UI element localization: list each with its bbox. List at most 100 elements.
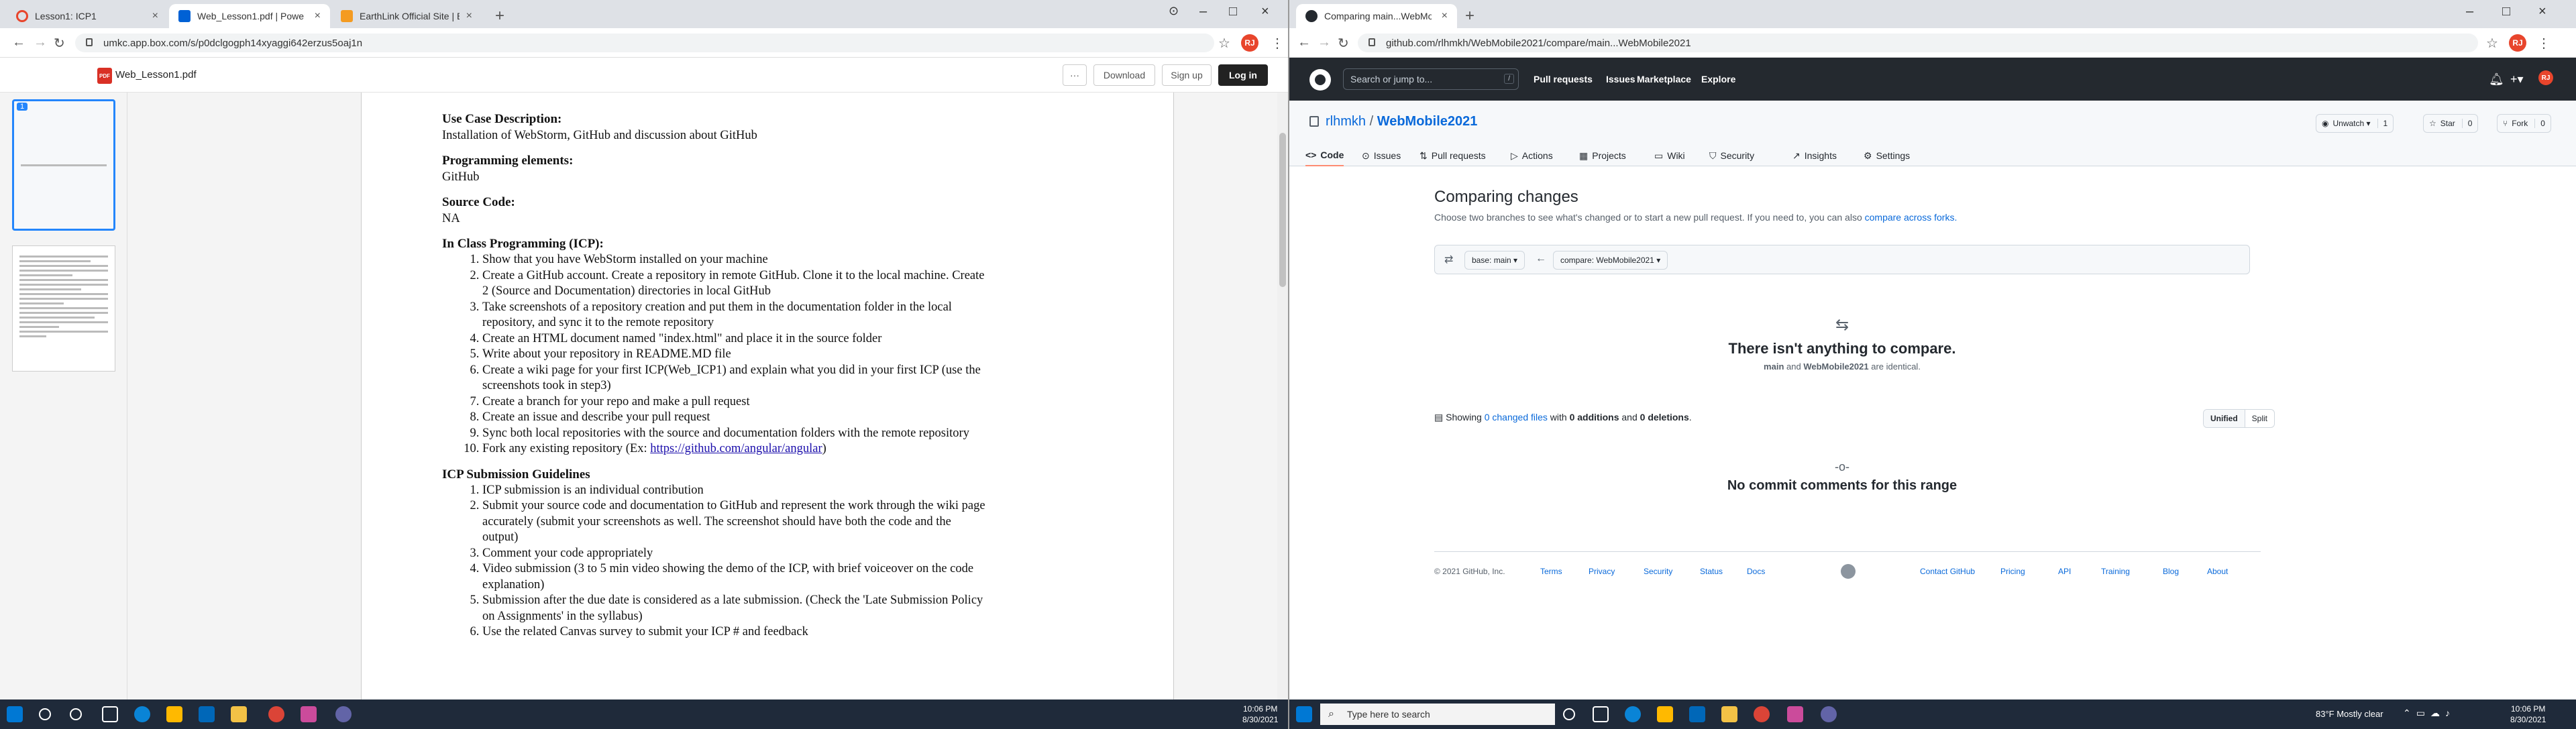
maximize-icon[interactable]: □ xyxy=(1229,4,1237,19)
scrollbar-thumb[interactable] xyxy=(1279,133,1286,287)
record-icon[interactable]: ⊙ xyxy=(1169,4,1179,18)
task-view-icon[interactable] xyxy=(1593,706,1609,722)
teams-icon[interactable] xyxy=(1821,706,1837,722)
search-icon[interactable] xyxy=(39,708,51,720)
repo-name[interactable]: WebMobile2021 xyxy=(1377,114,1478,129)
log-in-button[interactable]: Log in xyxy=(1218,64,1268,86)
footer-link-training[interactable]: Training xyxy=(2101,567,2130,576)
search-input[interactable]: Search or jump to... / xyxy=(1343,68,1519,90)
compare-branch-select[interactable]: compare: WebMobile2021 ▾ xyxy=(1553,251,1668,270)
tab-settings[interactable]: ⚙ Settings xyxy=(1864,145,1910,166)
mail-icon[interactable] xyxy=(1689,706,1705,722)
tab-issues[interactable]: ⊙ Issues xyxy=(1362,145,1401,166)
close-icon[interactable]: × xyxy=(315,10,321,22)
minimize-icon[interactable]: – xyxy=(2466,4,2473,19)
footer-link-contact[interactable]: Contact GitHub xyxy=(1920,567,1975,576)
unwatch-button[interactable]: ◉ Unwatch ▾ 1 xyxy=(2316,114,2394,133)
tab-insights[interactable]: ↗ Insights xyxy=(1792,145,1837,166)
footer-link-terms[interactable]: Terms xyxy=(1540,567,1562,576)
close-icon[interactable]: × xyxy=(152,10,158,22)
more-options-button[interactable]: ··· xyxy=(1063,64,1087,86)
scrollbar[interactable] xyxy=(1277,93,1288,699)
footer-link-pricing[interactable]: Pricing xyxy=(2000,567,2025,576)
back-icon[interactable]: ← xyxy=(1297,35,1311,50)
nav-explore[interactable]: Explore xyxy=(1701,74,1735,85)
tab-earthlink[interactable]: EarthLink Official Site | Best High... × xyxy=(331,4,482,28)
maximize-icon[interactable]: □ xyxy=(2502,4,2510,19)
close-icon[interactable]: × xyxy=(1442,10,1448,22)
windows-start-icon[interactable] xyxy=(1296,706,1312,722)
mail-icon[interactable] xyxy=(199,706,215,722)
forward-icon[interactable]: → xyxy=(34,35,47,50)
star-icon[interactable]: ☆ xyxy=(1218,35,1230,52)
menu-icon[interactable]: ⋮ xyxy=(1271,35,1284,52)
file-explorer-icon[interactable] xyxy=(166,706,182,722)
bell-icon[interactable]: 🔔︎ xyxy=(2489,72,2504,87)
url-field[interactable]: github.com/rlhmkh/WebMobile2021/compare/… xyxy=(1358,34,2478,52)
windows-start-icon[interactable] xyxy=(7,706,23,722)
url-field[interactable]: umkc.app.box.com/s/p0dclgogph14xyaggi642… xyxy=(75,34,1214,52)
tab-actions[interactable]: ▷ Actions xyxy=(1511,145,1553,166)
star-icon[interactable]: ☆ xyxy=(2486,35,2498,52)
footer-link-about[interactable]: About xyxy=(2207,567,2228,576)
repo-owner[interactable]: rlhmkh xyxy=(1326,114,1366,129)
footer-link-privacy[interactable]: Privacy xyxy=(1589,567,1615,576)
tab-web-lesson1[interactable]: Web_Lesson1.pdf | Powered by B × xyxy=(169,4,330,28)
fork-button[interactable]: ⑂ Fork 0 xyxy=(2497,114,2551,133)
sign-up-button[interactable]: Sign up xyxy=(1162,64,1212,86)
split-button[interactable]: Split xyxy=(2245,410,2274,427)
close-window-icon[interactable]: × xyxy=(1261,4,1269,19)
footer-link-blog[interactable]: Blog xyxy=(2163,567,2179,576)
folder-icon[interactable] xyxy=(1721,706,1737,722)
github-mark-icon[interactable] xyxy=(1841,564,1856,579)
tab-code[interactable]: <> Code xyxy=(1305,145,1344,166)
teams-icon[interactable] xyxy=(335,706,352,722)
chrome-icon[interactable] xyxy=(268,706,284,722)
footer-link-api[interactable]: API xyxy=(2058,567,2071,576)
avatar[interactable]: RJ xyxy=(1241,34,1258,52)
minimize-icon[interactable]: – xyxy=(1199,4,1207,19)
clock[interactable]: 10:06 PM 8/30/2021 xyxy=(2510,704,2546,725)
nav-pull-requests[interactable]: Pull requests xyxy=(1534,74,1593,85)
app-icon[interactable] xyxy=(1787,706,1803,722)
github-logo-icon[interactable] xyxy=(1309,69,1331,91)
nav-issues[interactable]: Issues xyxy=(1606,74,1635,85)
footer-link-status[interactable]: Status xyxy=(1700,567,1723,576)
app-icon[interactable] xyxy=(301,706,317,722)
tab-projects[interactable]: ▦ Projects xyxy=(1579,145,1626,166)
cortana-icon[interactable] xyxy=(70,708,82,720)
edge-icon[interactable] xyxy=(1625,706,1641,722)
file-explorer-icon[interactable] xyxy=(1657,706,1673,722)
tab-wiki[interactable]: ▭ Wiki xyxy=(1654,145,1685,166)
document-viewer[interactable]: Use Case Description: Installation of We… xyxy=(127,93,1288,699)
avatar[interactable]: RJ xyxy=(2509,34,2526,52)
user-avatar[interactable]: RJ xyxy=(2538,70,2553,85)
thumbnail-page-1[interactable]: 1 xyxy=(12,99,115,231)
plus-icon[interactable]: +▾ xyxy=(2510,72,2524,87)
reload-icon[interactable]: ↻ xyxy=(54,35,65,52)
close-window-icon[interactable]: × xyxy=(2538,4,2546,19)
star-button[interactable]: ☆ Star 0 xyxy=(2423,114,2479,133)
cortana-icon[interactable] xyxy=(1563,708,1575,720)
footer-link-security[interactable]: Security xyxy=(1644,567,1672,576)
swap-icon[interactable]: ⇄ xyxy=(1444,253,1453,266)
taskbar-search-box[interactable]: ⌕ Type here to search xyxy=(1320,704,1555,725)
edge-icon[interactable] xyxy=(134,706,150,722)
task-view-icon[interactable] xyxy=(102,706,118,722)
tab-github-compare[interactable]: Comparing main...WebMobile20... × xyxy=(1296,4,1457,28)
tab-lesson1[interactable]: Lesson1: ICP1 × xyxy=(7,4,168,28)
tab-security[interactable]: ⛉ Security xyxy=(1709,145,1754,166)
back-icon[interactable]: ← xyxy=(12,35,25,50)
clock[interactable]: 10:06 PM 8/30/2021 xyxy=(1242,704,1278,725)
folder-icon[interactable] xyxy=(231,706,247,722)
system-tray-icons[interactable]: ⌃▭☁♪ xyxy=(2403,708,2455,719)
tab-pull-requests[interactable]: ⇅ Pull requests xyxy=(1419,145,1486,166)
new-tab-icon[interactable]: + xyxy=(1465,7,1474,25)
footer-link-docs[interactable]: Docs xyxy=(1747,567,1765,576)
nav-marketplace[interactable]: Marketplace xyxy=(1637,74,1691,85)
thumbnail-page-2[interactable] xyxy=(12,245,115,372)
angular-repo-link[interactable]: https://github.com/angular/angular xyxy=(650,442,822,455)
forward-icon[interactable]: → xyxy=(1318,35,1331,50)
new-tab-icon[interactable]: + xyxy=(495,7,504,25)
changed-files-link[interactable]: 0 changed files xyxy=(1485,412,1548,423)
